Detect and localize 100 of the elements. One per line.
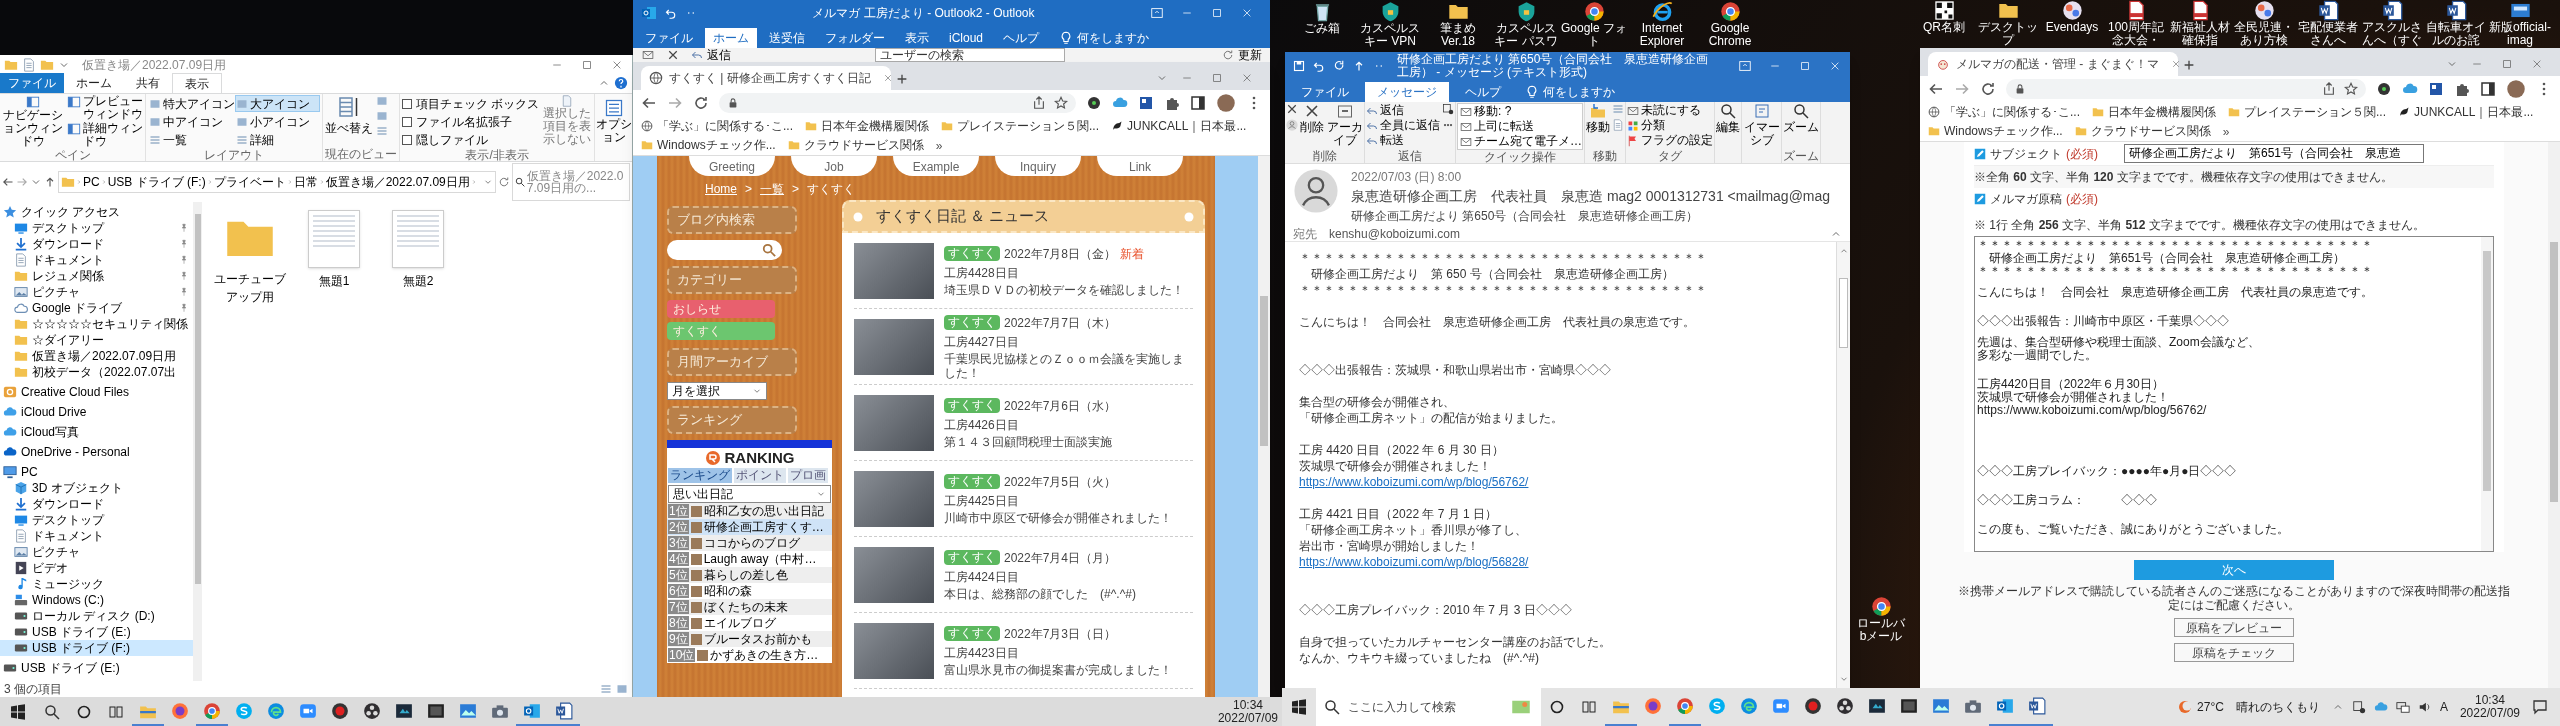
file-name[interactable]: ユーチューブアップ用	[214, 270, 286, 306]
navigation-pane-button[interactable]: ナビゲーションウィンドウ	[2, 95, 64, 148]
ribbon-tab[interactable]: ホーム	[64, 73, 124, 93]
file-name[interactable]: 無題2	[402, 272, 434, 290]
layout-option[interactable]: 大アイコン	[234, 95, 320, 112]
desktop-shortcut-label[interactable]: ロールバbメール	[1856, 617, 1906, 643]
nav-item[interactable]: PC	[0, 464, 193, 480]
archive-button[interactable]: アーカイブ	[1326, 103, 1363, 147]
bookmark[interactable]: 「学ぶ」に関係する･こ...	[641, 116, 793, 136]
nav-item[interactable]: クイック アクセス	[0, 204, 193, 220]
desktop-shortcut-label[interactable]: 筆まめVer.18	[1424, 22, 1492, 48]
bookmark[interactable]: クラウドサービス関係	[2074, 121, 2211, 141]
ribbon-tab[interactable]: フォルダー	[817, 28, 893, 48]
nav-item[interactable]: OneDrive - Personal	[0, 444, 193, 460]
ribbon-tab[interactable]: ヘルプ	[1453, 82, 1513, 102]
bookmark[interactable]: プレイステーション５関...	[941, 116, 1100, 136]
layout-option[interactable]: 詳細	[234, 131, 320, 148]
ribbon-tab[interactable]: ホーム	[705, 28, 757, 48]
genre-dropdown[interactable]: 思い出日記	[668, 485, 831, 503]
path-segment[interactable]: プライベート	[213, 173, 286, 191]
nav-item[interactable]: ピクチャ	[0, 544, 193, 560]
input-mode-indicator[interactable]: A	[2439, 698, 2448, 716]
bookmark[interactable]: JUNKCALL｜日本最...	[1111, 116, 1247, 136]
taskbar-search-field[interactable]: ここに入力して検索	[1316, 688, 1541, 726]
sort-button[interactable]: 並べ替え	[324, 95, 373, 137]
nav-item[interactable]: デスクトップ	[0, 512, 193, 528]
ribbon-tab[interactable]: 表示	[897, 28, 937, 48]
nav-item[interactable]: iCloud写真	[0, 424, 193, 440]
bookmark[interactable]: Windowsチェック作...	[1928, 121, 2063, 141]
nav-link[interactable]: Job	[791, 156, 877, 176]
checkbox-label[interactable]: 項目チェック ボックス	[415, 94, 540, 113]
path-segment[interactable]: 仮置き場／2022.07.09日用	[325, 173, 470, 191]
respond-button[interactable]: 転送	[1366, 133, 1440, 148]
desktop-shortcut-label[interactable]: カスペルスキー VPN	[1356, 22, 1424, 48]
path-segment[interactable]: USB ドライブ (F:)	[107, 173, 206, 191]
nav-item[interactable]: デスクトップ	[0, 220, 193, 236]
path-segment[interactable]: 日常	[293, 173, 318, 191]
nav-item[interactable]: ダウンロード	[0, 236, 193, 252]
nav-item[interactable]: Windows (C:)	[0, 592, 193, 608]
ribbon-tab[interactable]: ファイル	[637, 28, 701, 48]
bookmark[interactable]: クラウドサービス関係	[787, 135, 924, 155]
search-field[interactable]: 仮置き場／2022.07.09日用の...	[511, 163, 630, 201]
body-link[interactable]: https://www.koboizumi.com/wp/blog/56762/	[1299, 474, 1529, 490]
reply-button[interactable]: 返信	[691, 48, 731, 62]
nav-link[interactable]: Greeting	[689, 156, 775, 176]
ranking-entry[interactable]: 2位 研修企画工房すくす…	[667, 519, 832, 535]
subject-field[interactable]: 研修企画工房だより 第651号（合同会社 泉恵造	[2124, 144, 2424, 163]
ranking-tab[interactable]: ポイント	[734, 468, 786, 483]
checkbox-label[interactable]: 隠しファイル	[415, 130, 488, 149]
post-title[interactable]: 工房4423日目	[944, 645, 1172, 660]
ribbon-tab[interactable]: 表示	[172, 73, 222, 93]
browser-tab[interactable]: メルマガの配送・管理 - まぐまぐ！マ	[1928, 52, 2178, 76]
move-button[interactable]: 移動	[1586, 103, 1610, 134]
nav-link[interactable]: Inquiry	[995, 156, 1081, 176]
taskbar-clock[interactable]: 10:34 2022/07/09	[1217, 698, 1282, 725]
layout-option[interactable]: 中アイコン	[148, 113, 233, 130]
layout-option[interactable]: 小アイコン	[234, 113, 320, 130]
ribbon-tab[interactable]: ヘルプ	[995, 28, 1048, 48]
ribbon-tab[interactable]: メッセージ	[1365, 82, 1449, 102]
nav-item[interactable]: ☆☆☆☆☆セキュリティ関係	[0, 316, 193, 332]
desktop-shortcut-label[interactable]: アスクルさんへ（すぐ	[2360, 21, 2424, 47]
nav-item[interactable]: ローカル ディスク (D:)	[0, 608, 193, 624]
ranking-entry[interactable]: 9位 ブルータスお前かも	[667, 631, 832, 647]
ribbon-tab[interactable]: 送受信	[761, 28, 813, 48]
desktop-shortcut-label[interactable]: 全民児連・あり方検	[2232, 21, 2296, 47]
nav-item[interactable]: USB ドライブ (E:)	[0, 660, 193, 676]
checkbox-label[interactable]: ファイル名拡張子	[415, 112, 512, 131]
desktop-shortcut-label[interactable]: カスペルスキー パスワ	[1492, 22, 1560, 48]
nav-link[interactable]: Example	[893, 156, 979, 176]
respond-button[interactable]: 全員に返信	[1366, 118, 1440, 133]
ranking-entry[interactable]: 3位 ココからのブログ	[667, 535, 832, 551]
nav-item[interactable]: ビデオ	[0, 560, 193, 576]
tag-button[interactable]: 分類	[1627, 118, 1713, 133]
desktop-shortcut-label[interactable]: 宅配便業者さんへ	[2296, 21, 2360, 47]
check-button[interactable]: 原稿をチェック	[2174, 643, 2294, 662]
ranking-tab[interactable]: ランキング	[668, 468, 732, 483]
desktop-shortcut-label[interactable]: デスクトップ	[1976, 21, 2040, 47]
nav-item[interactable]: ドキュメント	[0, 528, 193, 544]
nav-item[interactable]: USB ドライブ (F:)	[0, 640, 193, 656]
nav-item[interactable]: iCloud Drive	[0, 404, 193, 420]
desktop-shortcut-label[interactable]: 100周年記念大会・	[2104, 21, 2168, 47]
respond-button[interactable]: 返信	[1366, 103, 1440, 118]
preview-button[interactable]: 原稿をプレビュー	[2174, 618, 2294, 637]
desktop-shortcut-label[interactable]: Google Chrome	[1696, 22, 1764, 48]
pane-option[interactable]: プレビューウィンドウ	[67, 95, 143, 121]
post-title[interactable]: 工房4428日目	[944, 265, 1184, 280]
nav-item[interactable]: Creative Cloud Files	[0, 384, 193, 400]
body-link[interactable]: https://www.koboizumi.com/wp/blog/56828/	[1299, 554, 1529, 570]
address-bar[interactable]: PC USB ドライブ (F:) プライベート 日常 仮置き場／2022.07.09日用	[58, 171, 496, 193]
ribbon-tab[interactable]: 共有	[124, 73, 172, 93]
layout-option[interactable]: 特大アイコン	[148, 95, 233, 112]
quick-step[interactable]: チーム宛て電子メ…	[1460, 134, 1580, 149]
zoom-button[interactable]: ズーム	[1783, 103, 1819, 134]
more-bookmarks-button[interactable]: »	[2222, 122, 2230, 140]
quick-step[interactable]: 移動: ?	[1460, 104, 1580, 119]
ranking-tab[interactable]: プロ画	[788, 468, 828, 483]
path-segment[interactable]: PC	[83, 173, 100, 191]
nav-item[interactable]: 仮置き場／2022.07.09日用	[0, 348, 193, 364]
ribbon-tab[interactable]: ファイル	[1289, 82, 1361, 102]
immersive-reader-button[interactable]: イマーシブ	[1743, 103, 1780, 147]
